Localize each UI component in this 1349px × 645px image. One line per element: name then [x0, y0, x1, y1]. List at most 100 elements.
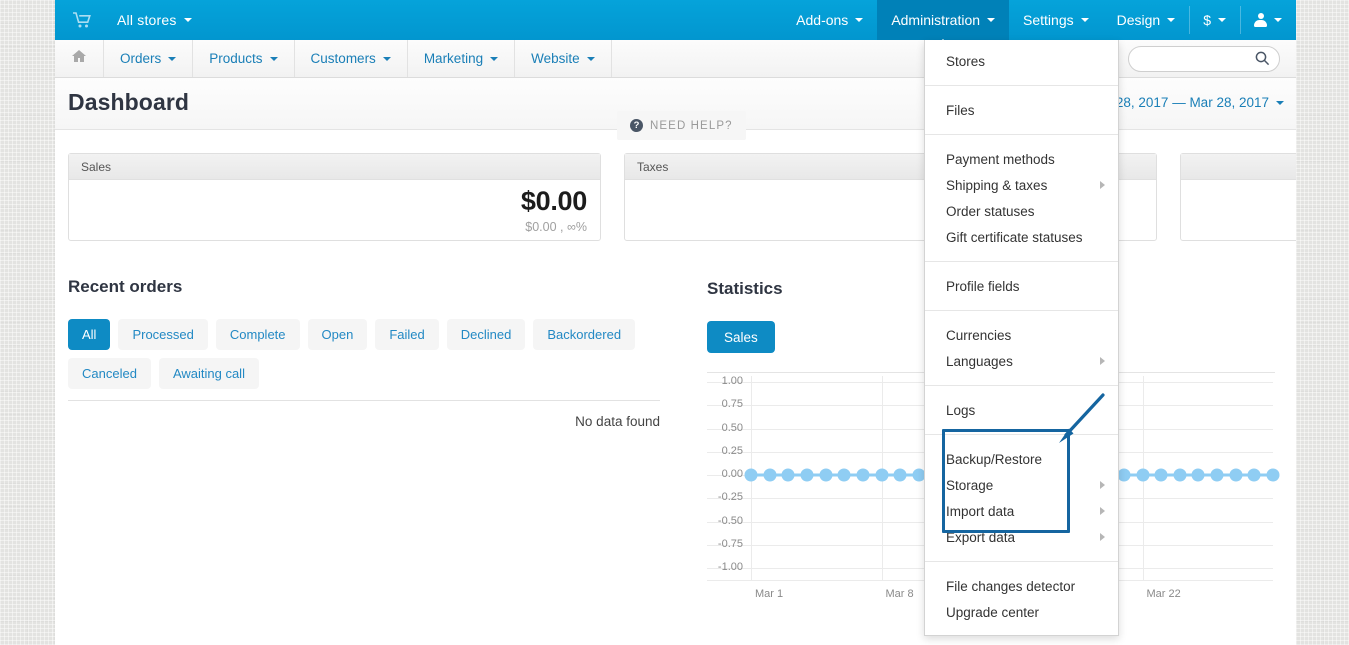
chart-data-point[interactable]	[781, 468, 795, 482]
stat-card-third: $0.00 $0.00 , ∞%	[1180, 153, 1296, 241]
menu-item-export-data[interactable]: Export data	[925, 524, 1118, 550]
menu-item-label: Backup/Restore	[946, 451, 1043, 467]
topbar-left-group: All stores	[55, 0, 194, 40]
menu-group: Backup/Restore Storage Import data Export d…	[925, 442, 1118, 554]
home-icon	[71, 49, 87, 68]
stat-card-body: $0.00 $0.00 , ∞%	[69, 180, 600, 234]
menu-divider	[925, 561, 1118, 562]
nav-item-orders[interactable]: Orders	[104, 40, 194, 77]
chart-data-point[interactable]	[1136, 468, 1149, 482]
menu-item-order-statuses[interactable]: Order statuses	[925, 198, 1118, 224]
menu-item-gift-certificate-statuses[interactable]: Gift certificate statuses	[925, 224, 1118, 250]
statistics-tab-label: Sales	[724, 329, 758, 345]
chevron-down-icon	[382, 56, 391, 61]
chart-x-tick-label: Mar 1	[755, 588, 784, 600]
currency-selector[interactable]: $	[1189, 0, 1240, 40]
search-input[interactable]	[1141, 47, 1259, 70]
menu-group: Profile fields	[925, 269, 1118, 303]
order-status-chip-failed[interactable]: Failed	[375, 319, 439, 350]
menu-item-files[interactable]: Files	[925, 97, 1118, 123]
chart-data-point[interactable]	[837, 468, 851, 482]
chart-data-point[interactable]	[1266, 468, 1280, 482]
menu-item-label: Logs	[946, 402, 976, 418]
nav-item-website[interactable]: Website	[515, 40, 612, 77]
menu-item-label: File changes detector	[946, 578, 1076, 594]
chevron-down-icon	[183, 18, 192, 22]
order-status-chip-all[interactable]: All	[68, 319, 111, 350]
chevron-down-icon	[1218, 18, 1226, 22]
order-status-chip-awaiting-call[interactable]: Awaiting call	[158, 358, 259, 389]
nav-item-home[interactable]	[55, 40, 104, 77]
stat-card-sales: Sales $0.00 $0.00 , ∞%	[68, 153, 601, 241]
chart-data-point[interactable]	[1191, 468, 1205, 482]
search-icon[interactable]	[1255, 51, 1270, 71]
nav-item-label: Customers	[310, 51, 376, 66]
menu-item-label: Upgrade center	[946, 604, 1040, 620]
chart-data-point[interactable]	[1229, 468, 1243, 482]
nav-item-label: Orders	[120, 51, 162, 66]
nav-item-marketing[interactable]: Marketing	[408, 40, 516, 77]
menu-item-file-changes-detector[interactable]: File changes detector	[925, 573, 1118, 599]
menu-item-upgrade-center[interactable]: Upgrade center	[925, 599, 1118, 625]
menu-item-profile-fields[interactable]: Profile fields	[925, 273, 1118, 299]
chart-y-tick-label: -1.00	[717, 561, 743, 573]
nav-item-customers[interactable]: Customers	[295, 40, 408, 77]
topbar-item-label: Design	[1116, 12, 1161, 28]
chart-data-point[interactable]	[893, 468, 907, 482]
search-box[interactable]	[1128, 45, 1280, 72]
cart-icon[interactable]	[73, 12, 91, 28]
topbar-item-administration[interactable]: Administration	[877, 0, 1010, 47]
order-status-chip-backordered[interactable]: Backordered	[533, 319, 636, 350]
chart-data-point[interactable]	[1247, 468, 1261, 482]
menu-item-import-data[interactable]: Import data	[925, 498, 1118, 524]
menu-group: Currencies Languages	[925, 318, 1118, 378]
chart-data-point[interactable]	[819, 468, 833, 482]
order-status-chip-open[interactable]: Open	[307, 319, 368, 350]
menu-divider	[925, 261, 1118, 262]
chart-data-point[interactable]	[856, 468, 870, 482]
chart-y-tick-label: -0.25	[717, 491, 743, 504]
need-help-label: NEED HELP?	[650, 119, 733, 132]
menu-divider	[925, 85, 1118, 86]
top-navigation-bar: All stores Add-ons Administration Settin…	[55, 0, 1296, 47]
chevron-right-icon	[1100, 181, 1105, 189]
order-status-chip-processed[interactable]: Processed	[118, 319, 208, 350]
user-menu[interactable]	[1240, 0, 1296, 40]
chart-data-point[interactable]	[1210, 468, 1224, 482]
menu-item-shipping-taxes[interactable]: Shipping & taxes	[925, 172, 1118, 198]
menu-item-stores[interactable]: Stores	[925, 48, 1118, 74]
chevron-down-icon	[1276, 100, 1284, 105]
stat-card-title	[1181, 154, 1296, 180]
menu-item-label: Profile fields	[946, 278, 1020, 294]
chart-data-point[interactable]	[875, 468, 888, 482]
order-status-chip-complete[interactable]: Complete	[215, 319, 300, 350]
chart-data-point[interactable]	[763, 468, 777, 482]
chart-data-point[interactable]	[1173, 468, 1187, 482]
chevron-right-icon	[1100, 357, 1105, 365]
topbar-item-add-ons[interactable]: Add-ons	[782, 0, 877, 40]
page-title: Dashboard	[68, 89, 190, 115]
menu-item-payment-methods[interactable]: Payment methods	[925, 146, 1118, 172]
store-selector[interactable]: All stores	[115, 12, 194, 28]
chart-data-point[interactable]	[800, 468, 814, 482]
chart-y-tick-label: 0.50	[721, 421, 743, 434]
topbar-item-settings[interactable]: Settings	[1009, 0, 1103, 40]
chart-data-point[interactable]	[1154, 468, 1168, 482]
user-icon	[1254, 13, 1267, 27]
menu-item-storage[interactable]: Storage	[925, 472, 1118, 498]
chart-data-point[interactable]	[1117, 468, 1131, 482]
chip-label: Awaiting call	[172, 366, 245, 381]
nav-item-products[interactable]: Products	[193, 40, 295, 77]
menu-divider	[925, 134, 1118, 135]
menu-item-label: Storage	[946, 477, 994, 493]
statistics-tab-sales[interactable]: Sales	[707, 321, 775, 353]
order-status-chip-canceled[interactable]: Canceled	[68, 358, 151, 389]
menu-item-currencies[interactable]: Currencies	[925, 322, 1118, 348]
chart-data-point[interactable]	[744, 468, 758, 482]
order-status-chip-declined[interactable]: Declined	[446, 319, 526, 350]
nav-item-label: Website	[531, 51, 580, 66]
chip-label: Failed	[389, 327, 425, 342]
topbar-item-design[interactable]: Design	[1103, 0, 1190, 40]
need-help-button[interactable]: ? NEED HELP?	[617, 111, 746, 140]
menu-item-languages[interactable]: Languages	[925, 348, 1118, 374]
